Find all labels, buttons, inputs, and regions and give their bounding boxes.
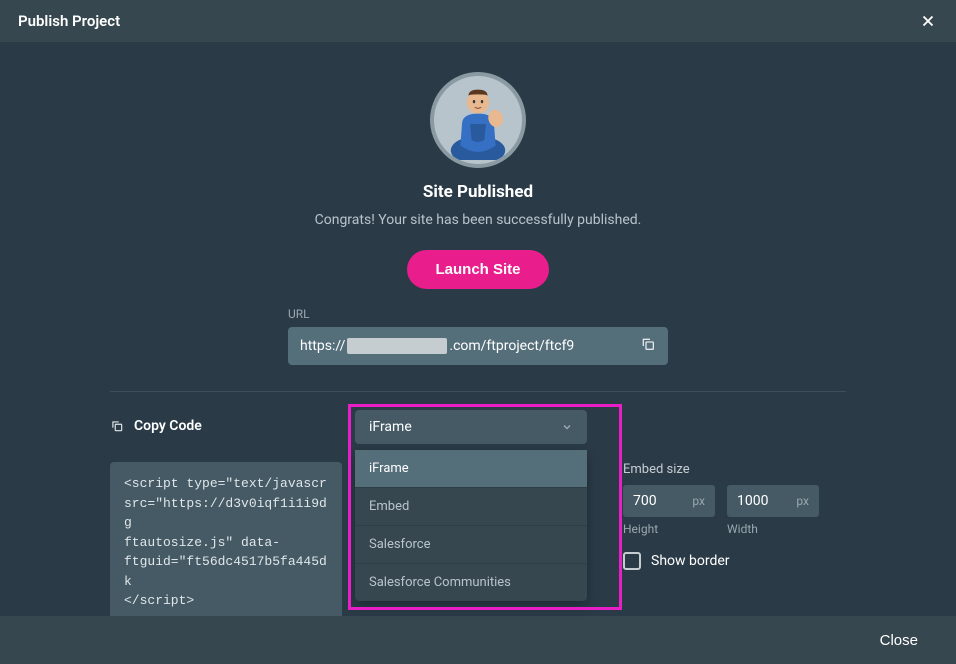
embed-section: Copy Code iFrame iFrame Embed Salesforce… — [0, 392, 956, 623]
select-value: iFrame — [369, 419, 412, 435]
embed-type-select[interactable]: iFrame — [355, 410, 587, 444]
show-border-label: Show border — [651, 553, 730, 569]
width-input[interactable]: 1000 px — [727, 485, 819, 517]
show-border-checkbox[interactable] — [623, 552, 641, 570]
dropdown-item-iframe[interactable]: iFrame — [355, 450, 587, 488]
dropdown-item-salesforce-communities[interactable]: Salesforce Communities — [355, 564, 587, 601]
modal-header: Publish Project — [0, 0, 956, 42]
chevron-down-icon — [561, 421, 573, 433]
copy-code-label[interactable]: Copy Code — [110, 410, 355, 434]
url-label: URL — [288, 307, 668, 321]
published-subtext: Congrats! Your site has been successfull… — [0, 212, 956, 228]
close-icon[interactable] — [918, 11, 938, 31]
copy-url-icon[interactable] — [640, 336, 656, 356]
embed-code-box[interactable]: <script type="text/javascrsrc="https://d… — [110, 462, 342, 623]
url-redacted — [347, 338, 447, 354]
height-input[interactable]: 700 px — [623, 485, 715, 517]
url-suffix: .com/ftproject/ftcf9 — [449, 338, 574, 354]
height-label: Height — [623, 522, 715, 536]
embed-size-label: Embed size — [623, 462, 819, 477]
dropdown-item-salesforce[interactable]: Salesforce — [355, 526, 587, 564]
modal-footer: Close — [0, 616, 956, 664]
modal-body: Site Published Congrats! Your site has b… — [0, 42, 956, 623]
embed-type-dropdown: iFrame Embed Salesforce Salesforce Commu… — [355, 450, 587, 601]
url-prefix: https:// — [300, 338, 345, 354]
url-field[interactable]: https:// .com/ftproject/ftcf9 — [288, 327, 668, 365]
published-heading: Site Published — [0, 182, 956, 202]
dropdown-item-embed[interactable]: Embed — [355, 488, 587, 526]
avatar — [430, 72, 526, 168]
launch-site-button[interactable]: Launch Site — [407, 250, 548, 289]
close-button[interactable]: Close — [880, 632, 918, 649]
modal-title: Publish Project — [18, 12, 120, 30]
width-label: Width — [727, 522, 819, 536]
